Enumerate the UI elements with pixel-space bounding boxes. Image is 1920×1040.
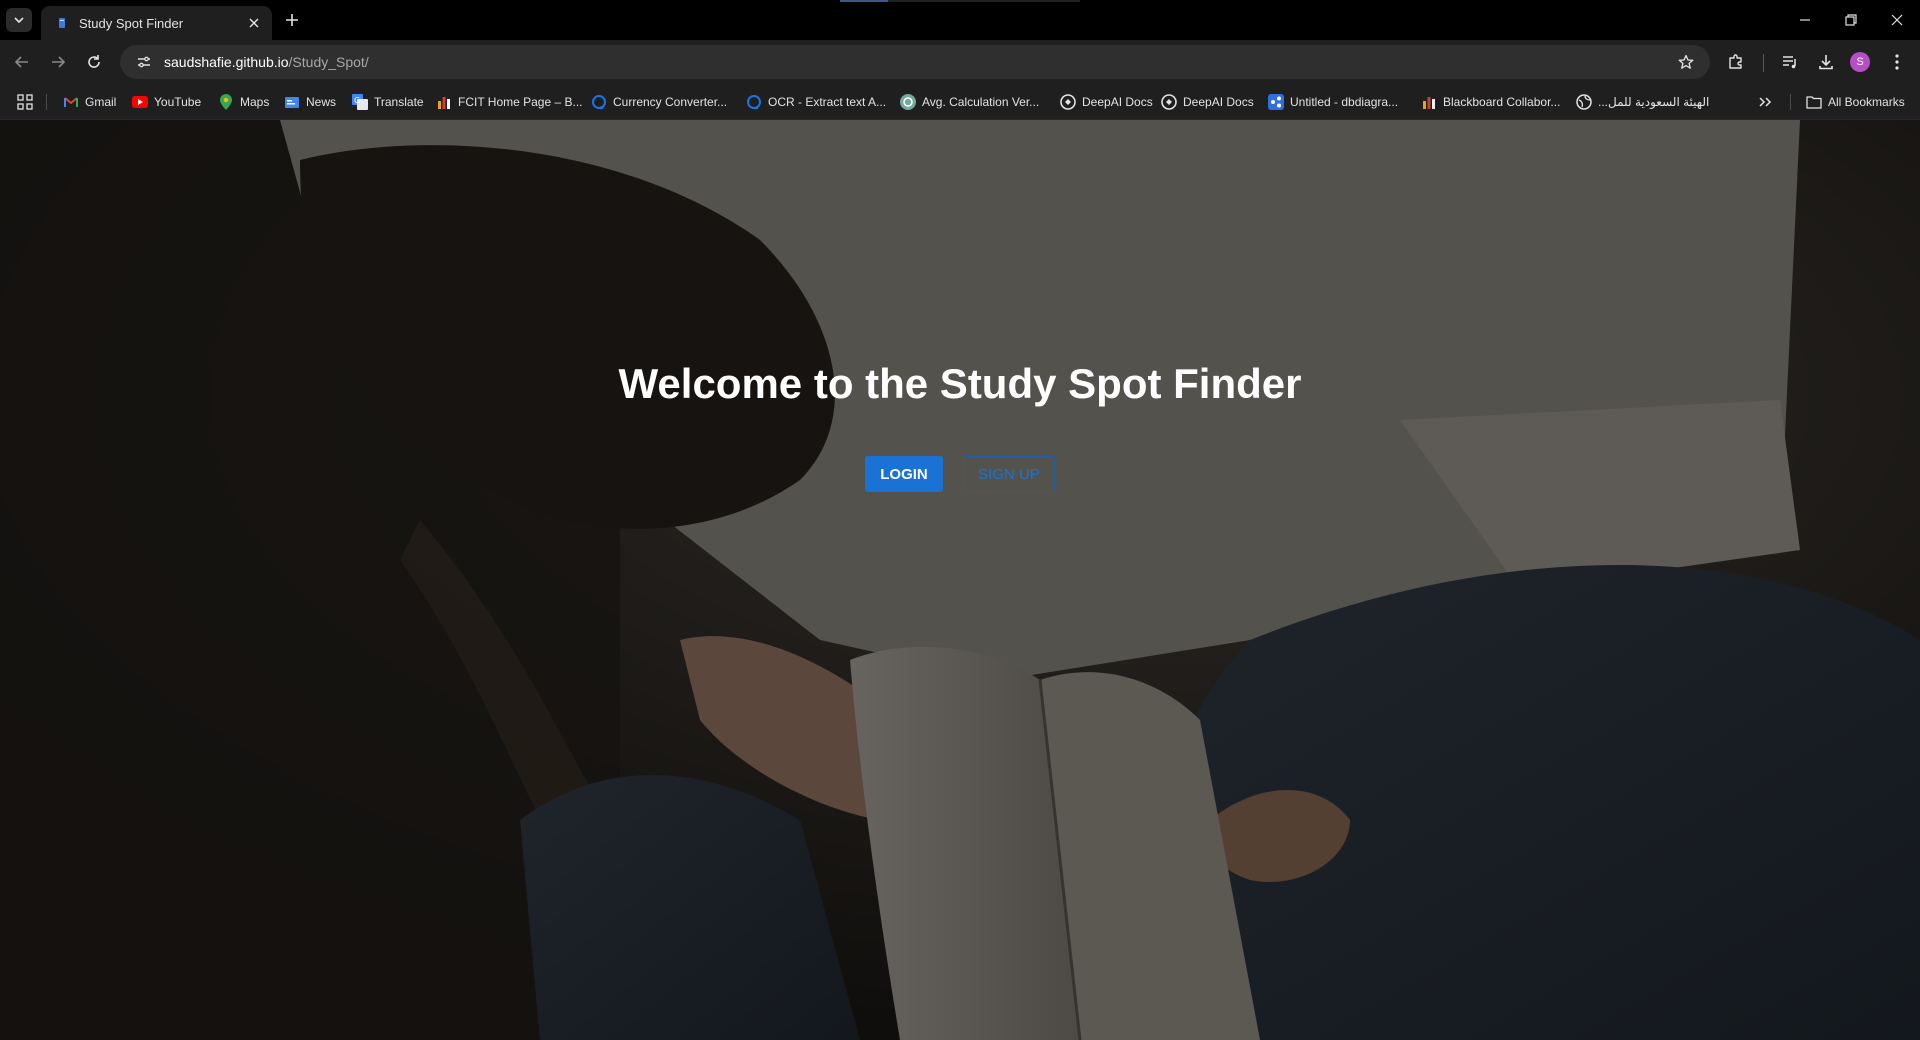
news-icon [284, 94, 300, 110]
bookmark-label: Currency Converter... [613, 95, 728, 109]
bookmark-deepai-2[interactable]: DeepAI Docs [1161, 92, 1254, 112]
apps-grid-icon [17, 94, 33, 110]
bar-chart-icon [1421, 94, 1437, 110]
minimize-button[interactable] [1782, 0, 1828, 40]
browser-toolbar: saudshafie.github.io/Study_Spot/ S [0, 40, 1920, 84]
dbdiagram-icon [1268, 94, 1284, 110]
bookmarks-separator-right [1790, 94, 1791, 110]
all-bookmarks-button[interactable]: All Bookmarks [1806, 92, 1905, 112]
bookmark-ocr[interactable]: OCR - Extract text A... [746, 92, 886, 112]
bookmark-avg-calculation[interactable]: Avg. Calculation Ver... [900, 92, 1039, 112]
tab-strip: Study Spot Finder [0, 0, 1920, 40]
tab-scroll-indicator [840, 0, 888, 2]
profile-avatar[interactable]: S [1850, 52, 1870, 72]
globe-icon [1576, 94, 1592, 110]
chatgpt-icon [900, 94, 916, 110]
tab-title: Study Spot Finder [79, 15, 184, 31]
address-bar[interactable]: saudshafie.github.io/Study_Spot/ [120, 45, 1710, 79]
reload-icon [88, 55, 100, 68]
bookmark-fcit[interactable]: FCIT Home Page – B... [436, 92, 583, 112]
chevron-down-icon [14, 17, 24, 24]
bookmark-label: Maps [240, 95, 270, 109]
new-tab-button[interactable] [282, 10, 302, 30]
bookmarks-bar: Gmail YouTube Maps News G Translate FCIT… [0, 84, 1920, 120]
bookmark-blackboard[interactable]: Blackboard Collabor... [1421, 92, 1560, 112]
site-info-icon[interactable] [132, 50, 156, 74]
tab-favicon-icon [55, 16, 69, 30]
arrow-left-icon [14, 56, 28, 68]
bookmark-maps[interactable]: Maps [218, 92, 269, 112]
arrow-right-icon [52, 56, 66, 68]
download-icon[interactable] [1814, 50, 1838, 74]
reload-button[interactable] [80, 48, 108, 76]
active-tab[interactable]: Study Spot Finder [41, 6, 272, 40]
bookmark-saudi-authority[interactable]: الهيئة السعودية للمل... [1576, 92, 1709, 112]
bookmark-label: FCIT Home Page – B... [458, 95, 583, 109]
bookmark-label: DeepAI Docs [1183, 95, 1254, 109]
url-text[interactable]: saudshafie.github.io/Study_Spot/ [164, 54, 1674, 70]
youtube-icon [132, 94, 148, 110]
apps-grid-button[interactable] [17, 92, 33, 112]
bookmark-label: الهيئة السعودية للمل... [1598, 95, 1710, 109]
bookmark-label: Gmail [85, 95, 117, 109]
translate-icon: G [352, 94, 368, 110]
restore-button[interactable] [1828, 0, 1874, 40]
more-bookmarks-button[interactable] [1758, 92, 1772, 112]
all-bookmarks-label: All Bookmarks [1828, 95, 1905, 109]
media-queue-icon[interactable] [1778, 50, 1802, 74]
bookmark-dbdiagram[interactable]: Untitled - dbdiagra... [1268, 92, 1398, 112]
bookmark-label: DeepAI Docs [1082, 95, 1153, 109]
bookmark-gmail[interactable]: Gmail [63, 92, 116, 112]
extensions-icon[interactable] [1724, 50, 1748, 74]
bookmark-label: Avg. Calculation Ver... [922, 95, 1040, 109]
bookmark-youtube[interactable]: YouTube [132, 92, 201, 112]
bookmark-label: OCR - Extract text A... [768, 95, 887, 109]
bookmarks-separator [46, 94, 47, 110]
bookmark-currency[interactable]: Currency Converter... [591, 92, 727, 112]
page-title: Welcome to the Study Spot Finder [618, 360, 1302, 407]
double-chevron-right-icon [1759, 97, 1772, 107]
bookmark-translate[interactable]: G Translate [352, 92, 424, 112]
tab-close-icon[interactable] [244, 13, 264, 33]
tab-scroll-track [888, 0, 1080, 2]
tab-search-button[interactable] [6, 8, 32, 32]
url-path: /Study_Spot/ [288, 54, 369, 70]
back-button[interactable] [8, 48, 36, 76]
bookmark-star-icon[interactable] [1674, 50, 1698, 74]
folder-icon [1806, 94, 1822, 110]
toolbar-separator [1763, 54, 1764, 72]
close-icon [1891, 14, 1903, 26]
bookmark-label: YouTube [154, 95, 202, 109]
more-menu-icon[interactable] [1885, 50, 1909, 74]
ocr-icon [746, 94, 762, 110]
hero-section: Welcome to the Study Spot Finder LOGIN S… [0, 120, 1920, 1040]
bookmark-label: Translate [374, 95, 424, 109]
bookmark-label: Blackboard Collabor... [1443, 95, 1561, 109]
deepai-icon [1060, 94, 1076, 110]
bookmark-news[interactable]: News [284, 92, 336, 112]
login-button[interactable]: LOGIN [865, 456, 943, 492]
currency-icon [591, 94, 607, 110]
maps-icon [218, 94, 234, 110]
svg-text:G: G [354, 96, 360, 105]
bookmark-label: Untitled - dbdiagra... [1290, 95, 1399, 109]
plus-icon [286, 14, 298, 26]
bookmark-label: News [306, 95, 337, 109]
signup-button[interactable]: SIGN UP [963, 456, 1055, 492]
restore-icon [1845, 14, 1857, 26]
url-host: saudshafie.github.io [164, 54, 289, 70]
bar-chart-icon [436, 94, 452, 110]
forward-button[interactable] [44, 48, 72, 76]
page-viewport: Welcome to the Study Spot Finder LOGIN S… [0, 120, 1920, 1040]
bookmark-deepai-1[interactable]: DeepAI Docs [1060, 92, 1153, 112]
close-window-button[interactable] [1874, 0, 1920, 40]
gmail-icon [63, 94, 79, 110]
minimize-icon [1800, 19, 1810, 21]
deepai-icon [1161, 94, 1177, 110]
